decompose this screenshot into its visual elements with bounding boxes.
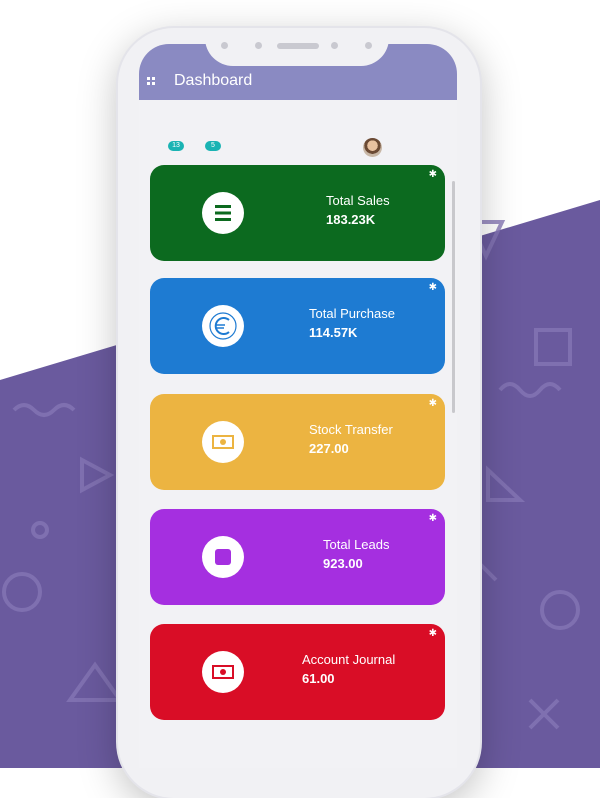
card-value: 183.23K <box>326 212 376 227</box>
card-stock-transfer[interactable]: ✱ Stock Transfer 227.00 <box>150 394 445 490</box>
card-label: Total Sales <box>326 193 390 208</box>
gear-icon[interactable]: ✱ <box>429 628 437 639</box>
card-label: Account Journal <box>302 652 396 667</box>
card-label: Total Purchase <box>309 306 395 321</box>
app-screen: Dashboard 13 5 ✱ Total Sales 183.23K ✱ T… <box>139 44 457 768</box>
phone-notch <box>205 28 389 66</box>
gear-icon[interactable]: ✱ <box>429 513 437 524</box>
avatar[interactable] <box>363 138 382 157</box>
card-value: 923.00 <box>323 556 363 571</box>
banknote-icon <box>202 421 244 463</box>
card-value: 227.00 <box>309 441 349 456</box>
card-value: 114.57K <box>309 325 358 340</box>
card-label: Stock Transfer <box>309 422 393 437</box>
banknote-icon <box>202 651 244 693</box>
message-badge[interactable]: 5 <box>205 141 221 151</box>
gear-icon[interactable]: ✱ <box>429 282 437 293</box>
euro-coin-icon <box>202 305 244 347</box>
card-total-purchase[interactable]: ✱ Total Purchase 114.57K <box>150 278 445 374</box>
menu-lines-icon <box>202 192 244 234</box>
card-label: Total Leads <box>323 537 390 552</box>
page-title: Dashboard <box>174 72 253 89</box>
card-value: 61.00 <box>302 671 335 686</box>
apps-grid-icon[interactable] <box>147 77 155 85</box>
card-total-leads[interactable]: ✱ Total Leads 923.00 <box>150 509 445 605</box>
card-account-journal[interactable]: ✱ Account Journal 61.00 <box>150 624 445 720</box>
scrollbar[interactable] <box>452 181 455 413</box>
stop-square-icon <box>202 536 244 578</box>
gear-icon[interactable]: ✱ <box>429 398 437 409</box>
card-total-sales[interactable]: ✱ Total Sales 183.23K <box>150 165 445 261</box>
notification-badge[interactable]: 13 <box>168 141 184 151</box>
gear-icon[interactable]: ✱ <box>429 169 437 180</box>
